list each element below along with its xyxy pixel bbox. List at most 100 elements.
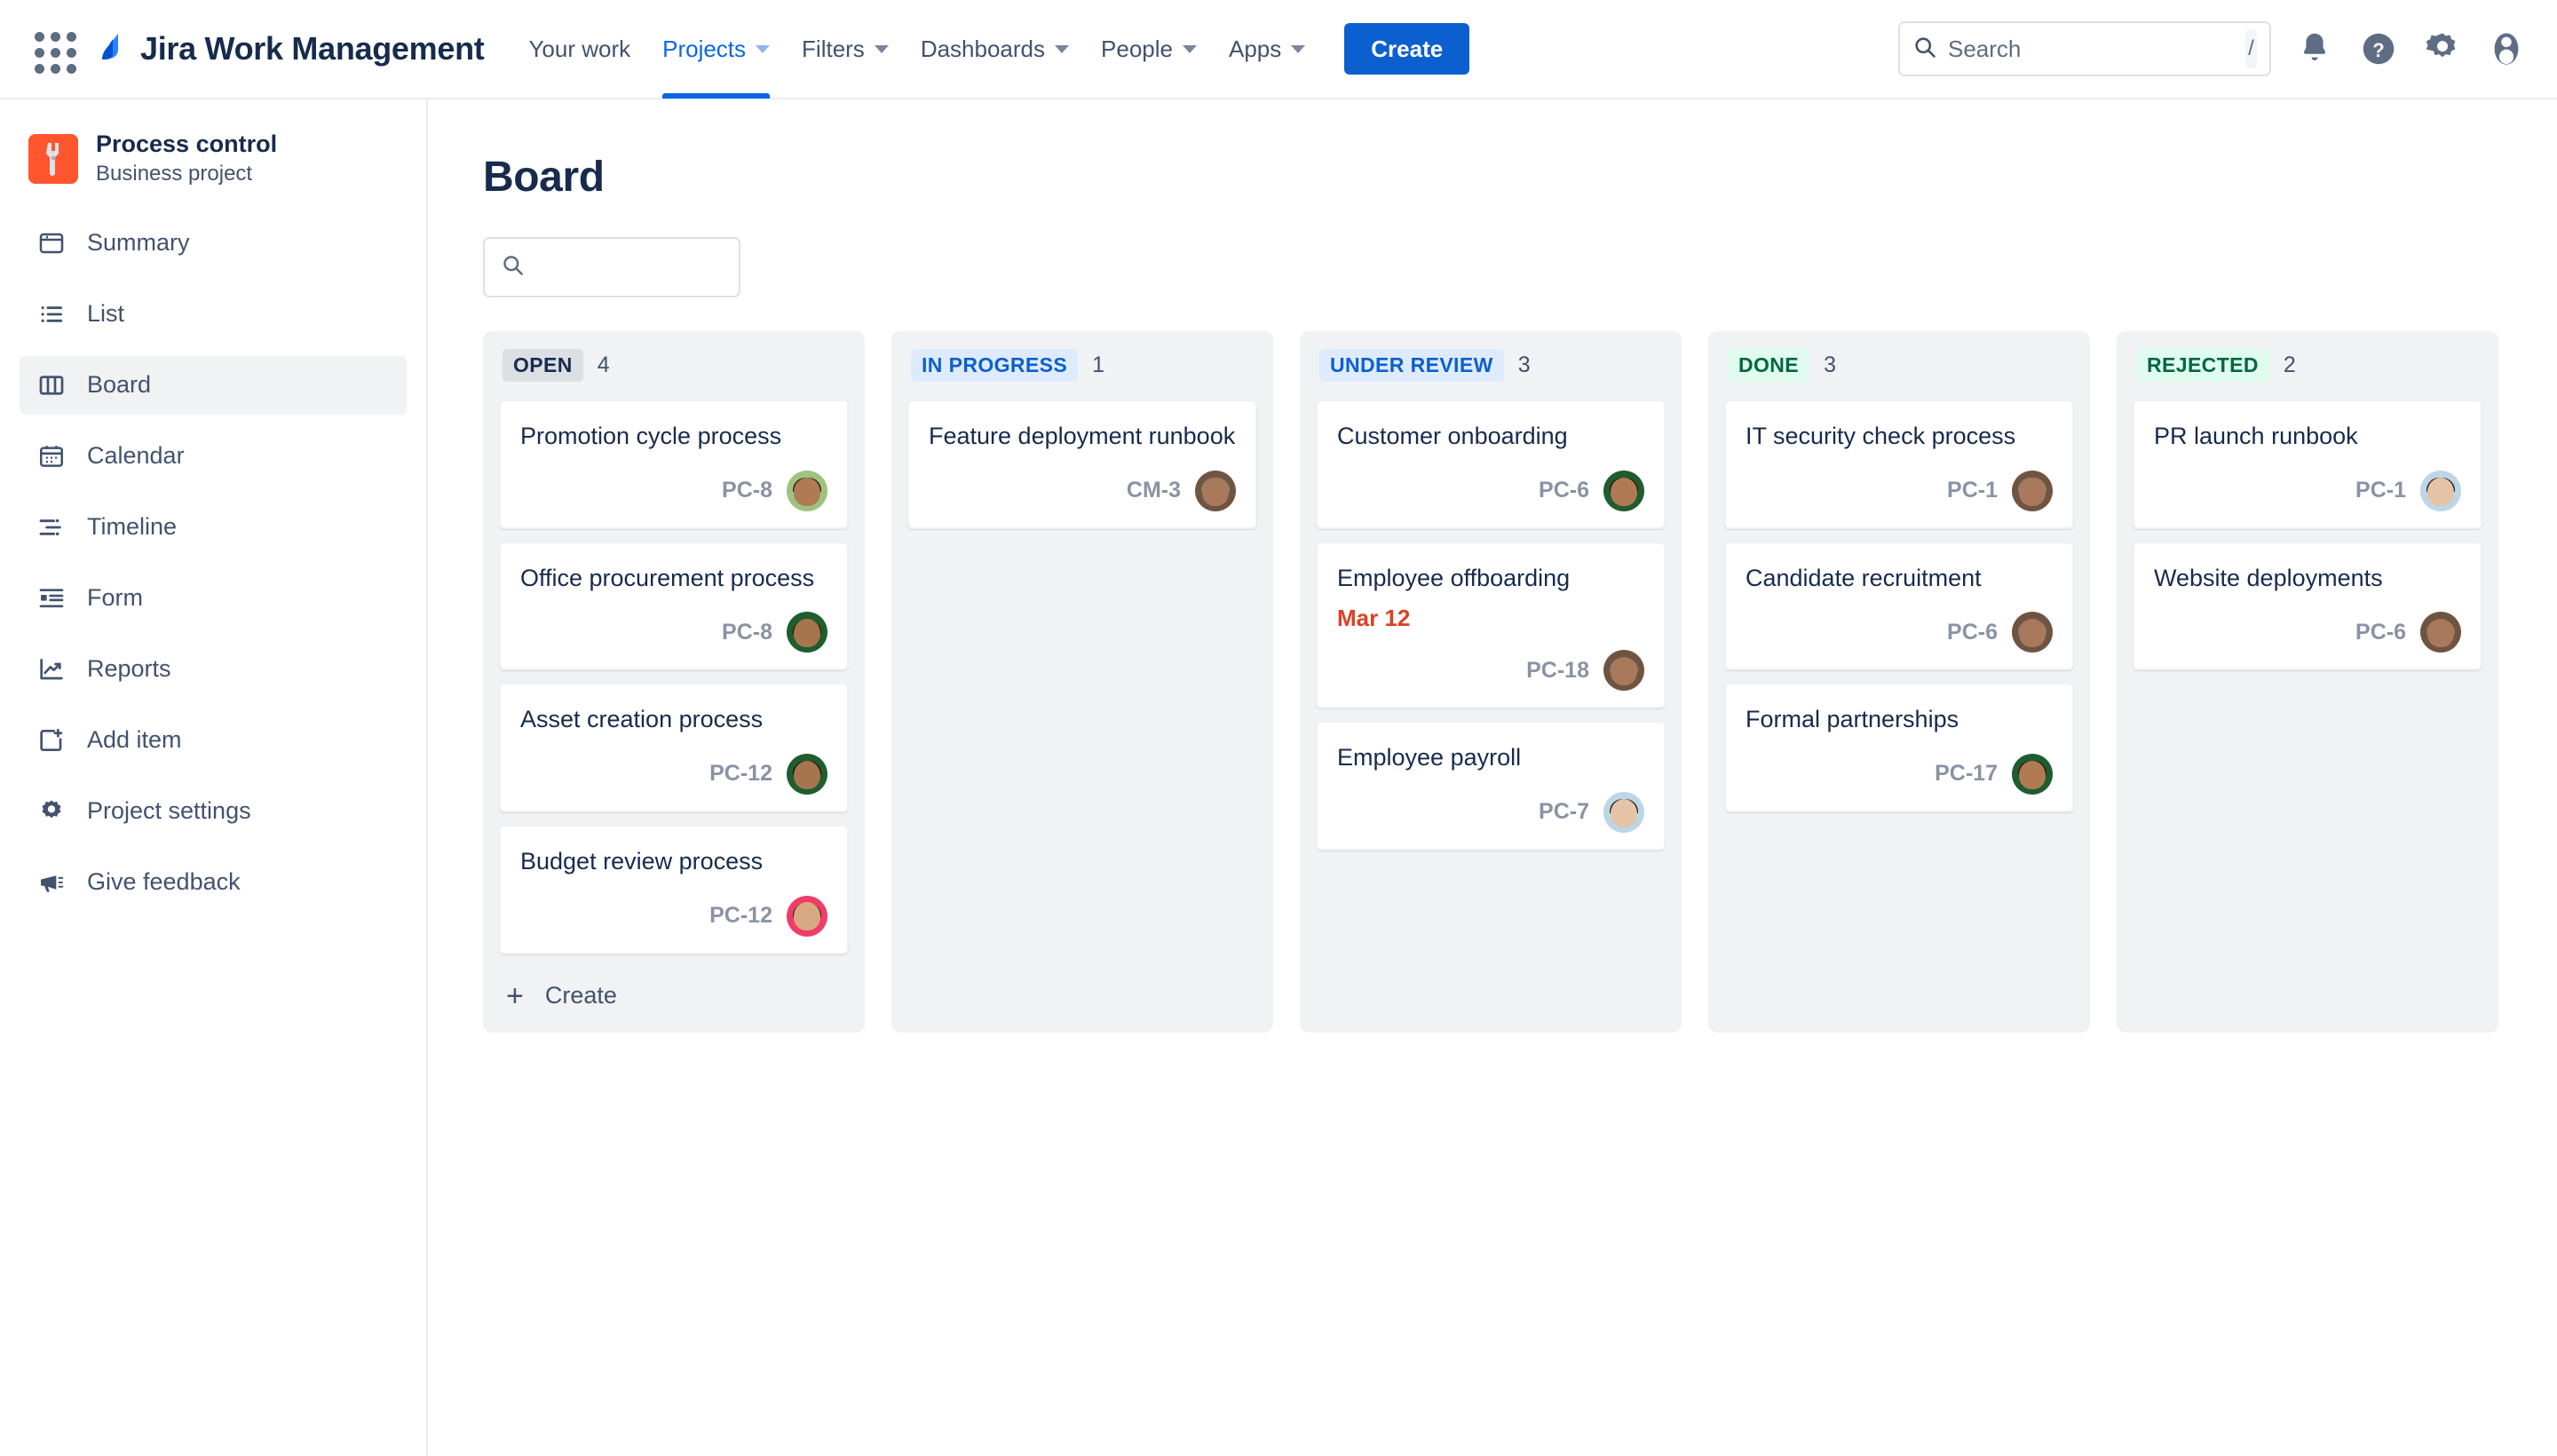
column-create-button[interactable]: + Create <box>499 967 849 1017</box>
board-column: OPEN 4 Promotion cycle process PC-8 Office p… <box>483 331 865 1033</box>
search-input[interactable] <box>1948 35 2245 63</box>
card-footer: PC-12 <box>520 753 827 795</box>
board-card[interactable]: Formal partnerships PC-17 <box>1724 683 2074 812</box>
sidebar-item-label: Timeline <box>87 513 178 541</box>
product-name: Jira Work Management <box>140 30 485 67</box>
board-search-box[interactable] <box>483 237 821 297</box>
card-footer: PC-8 <box>520 470 827 511</box>
grid-apps-icon[interactable] <box>27 24 76 74</box>
sidebar-item-summary[interactable]: Summary <box>20 214 407 273</box>
nav-label: Projects <box>662 35 747 62</box>
card-footer: PC-7 <box>1337 791 1644 833</box>
sidebar-item-form[interactable]: Form <box>20 569 407 628</box>
create-button[interactable]: Create <box>1344 23 1470 75</box>
nav-right-cluster: / ? <box>1898 21 2527 76</box>
nav-item-dashboards[interactable]: Dashboards <box>905 0 1085 99</box>
sidebar-item-give-feedback[interactable]: Give feedback <box>20 853 407 912</box>
avatar[interactable] <box>2012 753 2053 795</box>
board-card[interactable]: Employee payroll PC-7 <box>1316 721 1666 851</box>
board-card[interactable]: Feature deployment runbook CM-3 <box>907 400 1257 529</box>
board-card[interactable]: Budget review process PC-12 <box>499 824 849 954</box>
project-type: Business project <box>96 162 253 186</box>
project-header[interactable]: Process control Business project <box>0 130 426 189</box>
reports-chart-icon <box>32 655 71 684</box>
settings-gear-icon[interactable] <box>2422 28 2463 69</box>
nav-label: Apps <box>1228 35 1282 62</box>
primary-nav: Your work Projects Filters Dashboards Pe… <box>512 0 1321 99</box>
card-issue-key: PC-8 <box>722 478 772 503</box>
sidebar-nav-list: Summary List Board Calendar Timeline For… <box>0 214 426 912</box>
jira-logo-icon <box>94 30 131 67</box>
sidebar-item-label: Reports <box>87 655 171 683</box>
board-column: UNDER REVIEW 3 Customer onboarding PC-6 Empl… <box>1300 331 1682 1033</box>
avatar[interactable] <box>787 895 827 937</box>
avatar[interactable] <box>1603 470 1644 511</box>
board-card[interactable]: Office procurement process PC-8 <box>499 541 849 671</box>
chevron-down-icon <box>1291 44 1306 53</box>
avatar[interactable] <box>2420 612 2461 653</box>
sidebar-item-board[interactable]: Board <box>20 355 407 415</box>
sidebar-item-label: List <box>87 300 125 328</box>
avatar[interactable] <box>1603 650 1644 692</box>
megaphone-icon <box>32 868 71 897</box>
card-due-date: Mar 12 <box>1337 605 1411 632</box>
help-question-icon[interactable]: ? <box>2358 28 2399 69</box>
nav-item-projects[interactable]: Projects <box>646 0 786 99</box>
column-header: OPEN 4 <box>499 349 849 382</box>
nav-item-your-work[interactable]: Your work <box>512 0 646 99</box>
card-issue-key: CM-3 <box>1126 478 1181 503</box>
board-card[interactable]: Asset creation process PC-12 <box>499 683 849 812</box>
project-meta: Process control Business project <box>96 130 277 189</box>
sidebar-item-timeline[interactable]: Timeline <box>20 498 407 557</box>
nav-item-apps[interactable]: Apps <box>1213 0 1321 99</box>
board-column: IN PROGRESS 1 Feature deployment runbook CM… <box>891 331 1273 1033</box>
top-navigation-bar: Jira Work Management Your work Projects … <box>0 0 2557 99</box>
nav-item-filters[interactable]: Filters <box>786 0 905 99</box>
board-card[interactable]: Employee offboarding Mar 12 PC-18 <box>1316 541 1666 709</box>
avatar[interactable] <box>1603 791 1644 833</box>
board-card[interactable]: Promotion cycle process PC-8 <box>499 400 849 529</box>
sidebar-item-add-item[interactable]: Add item <box>20 711 407 770</box>
sidebar-item-reports[interactable]: Reports <box>20 640 407 699</box>
summary-window-icon <box>32 229 71 257</box>
board-card[interactable]: IT security check process PC-1 <box>1724 400 2074 529</box>
card-title: Office procurement process <box>520 564 815 591</box>
column-card-count: 3 <box>1824 352 1836 377</box>
avatar[interactable] <box>1195 470 1236 511</box>
sidebar-item-project-settings[interactable]: Project settings <box>20 782 407 841</box>
sidebar-item-list[interactable]: List <box>20 285 407 344</box>
avatar[interactable] <box>787 753 827 795</box>
global-search-box[interactable]: / <box>1898 21 2271 76</box>
board-card[interactable]: PR launch runbook PC-1 <box>2133 400 2482 529</box>
avatar[interactable] <box>787 470 827 511</box>
card-title: Website deployments <box>2154 564 2383 591</box>
project-sidebar: Process control Business project Summary <box>0 99 428 1456</box>
notifications-bell-icon[interactable] <box>2294 28 2335 69</box>
sidebar-item-calendar[interactable]: Calendar <box>20 427 407 486</box>
card-issue-key: PC-1 <box>1947 478 1998 503</box>
avatar[interactable] <box>2420 470 2461 511</box>
project-name: Process control <box>96 131 278 157</box>
card-issue-key: PC-6 <box>2355 619 2406 645</box>
card-footer: PC-6 <box>2154 612 2461 653</box>
chevron-down-icon <box>1055 44 1070 53</box>
product-home-link[interactable]: Jira Work Management <box>94 30 485 67</box>
card-footer: PC-12 <box>520 895 827 937</box>
board-card[interactable]: Website deployments PC-6 <box>2133 541 2482 671</box>
board-card[interactable]: Candidate recruitment PC-6 <box>1724 541 2074 671</box>
avatar[interactable] <box>2012 470 2053 511</box>
card-issue-key: PC-12 <box>709 761 772 787</box>
sidebar-item-label: Form <box>87 584 143 612</box>
card-issue-key: PC-17 <box>1935 761 1998 787</box>
avatar[interactable] <box>787 612 827 653</box>
sidebar-item-label: Board <box>87 371 152 399</box>
avatar[interactable] <box>2012 612 2053 653</box>
card-title: PR launch runbook <box>2154 423 2358 449</box>
nav-item-people[interactable]: People <box>1085 0 1213 99</box>
card-footer: PC-17 <box>1746 753 2053 795</box>
card-footer: PC-6 <box>1337 470 1644 511</box>
user-profile-avatar-icon[interactable] <box>2486 28 2527 69</box>
board-search-input[interactable] <box>535 254 821 281</box>
sidebar-item-label: Add item <box>87 726 182 754</box>
board-card[interactable]: Customer onboarding PC-6 <box>1316 400 1666 529</box>
